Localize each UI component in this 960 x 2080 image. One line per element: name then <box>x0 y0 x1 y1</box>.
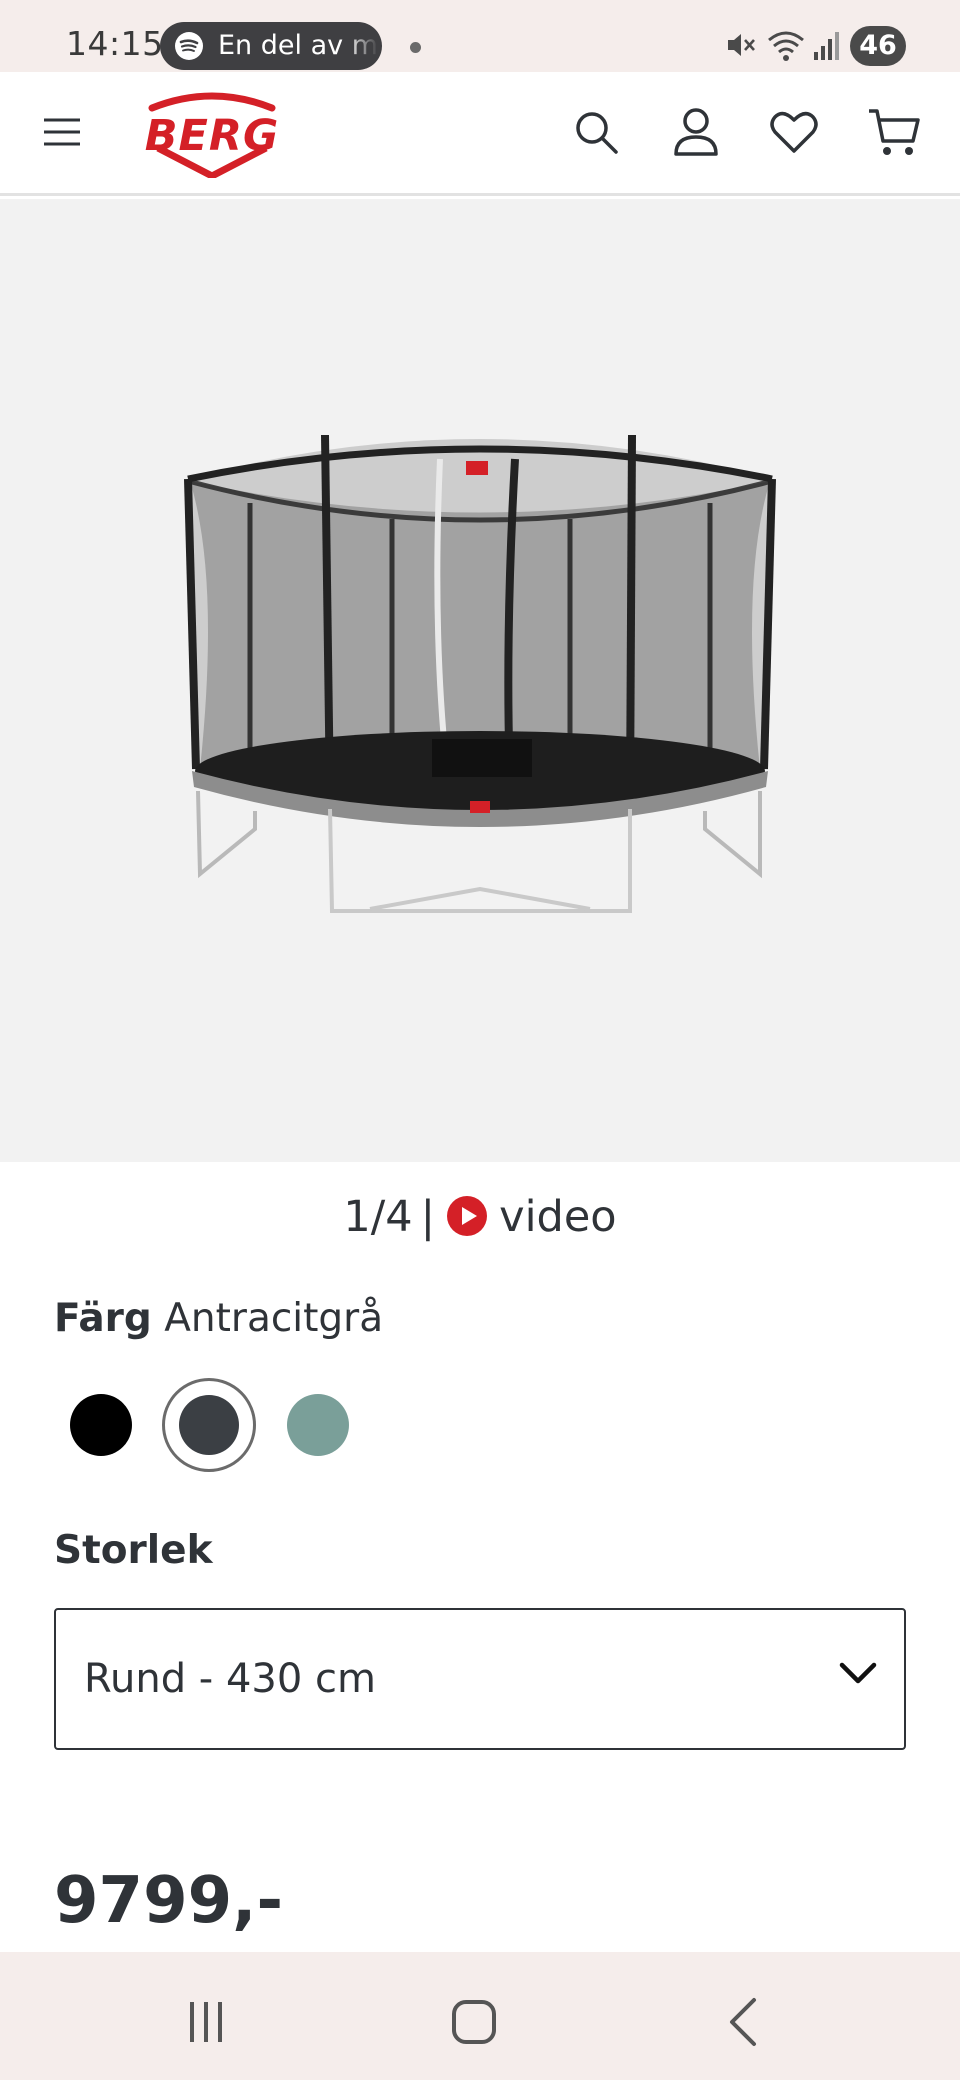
menu-icon <box>44 118 80 146</box>
home-icon <box>452 2000 496 2044</box>
status-bar: 14:15 En del av m 46 <box>0 0 960 72</box>
wifi-icon <box>768 31 804 61</box>
berg-logo[interactable]: BERG <box>130 90 294 180</box>
recent-apps-button[interactable] <box>166 1982 246 2062</box>
slide-separator: | <box>420 1192 436 1242</box>
media-notification-pill[interactable]: En del av m <box>160 22 382 70</box>
cart-button[interactable] <box>862 100 926 164</box>
wishlist-button[interactable] <box>762 100 826 164</box>
mute-icon <box>728 34 755 56</box>
search-button[interactable] <box>564 100 628 164</box>
size-selected-value: Rund - 430 cm <box>84 1656 376 1702</box>
account-icon <box>674 108 718 156</box>
system-nav-bar <box>0 1952 960 2080</box>
color-swatch-green[interactable] <box>287 1394 349 1456</box>
battery-indicator: 46 <box>850 26 906 66</box>
size-label: Storlek <box>54 1528 213 1573</box>
trampoline-product-image <box>184 434 776 913</box>
back-icon <box>730 1998 756 2046</box>
video-link[interactable]: video <box>443 1192 617 1242</box>
color-selected-value: Antracitgrå <box>164 1296 384 1341</box>
color-label: Färg Antracitgrå <box>54 1296 383 1341</box>
heart-icon <box>770 111 818 153</box>
color-swatch-black[interactable] <box>70 1394 132 1456</box>
cart-icon <box>869 109 920 155</box>
gallery-pagination: 1/4 | video <box>0 1192 960 1242</box>
media-text: En del av m <box>218 30 378 61</box>
color-swatch-anthracite[interactable] <box>179 1395 239 1455</box>
recent-apps-icon <box>190 2002 222 2042</box>
search-icon <box>576 112 618 154</box>
size-select[interactable]: Rund - 430 cm <box>54 1608 906 1750</box>
menu-button[interactable] <box>30 100 94 164</box>
logo-text: BERG <box>144 111 280 161</box>
status-time: 14:15 <box>66 24 164 63</box>
product-price: 9799,- <box>54 1864 283 1938</box>
signal-icon <box>814 32 839 60</box>
color-title: Färg <box>54 1296 152 1341</box>
back-button[interactable] <box>704 1982 784 2062</box>
notification-dot <box>410 42 421 53</box>
play-icon <box>447 1196 488 1236</box>
home-button[interactable] <box>434 1982 514 2062</box>
chevron-down-icon <box>839 1662 877 1684</box>
product-image-gallery[interactable] <box>0 199 960 1162</box>
spotify-icon <box>175 32 203 60</box>
account-button[interactable] <box>664 100 728 164</box>
site-header: BERG <box>0 72 960 196</box>
video-label: video <box>499 1192 617 1242</box>
slide-counter: 1/4 <box>343 1192 413 1242</box>
